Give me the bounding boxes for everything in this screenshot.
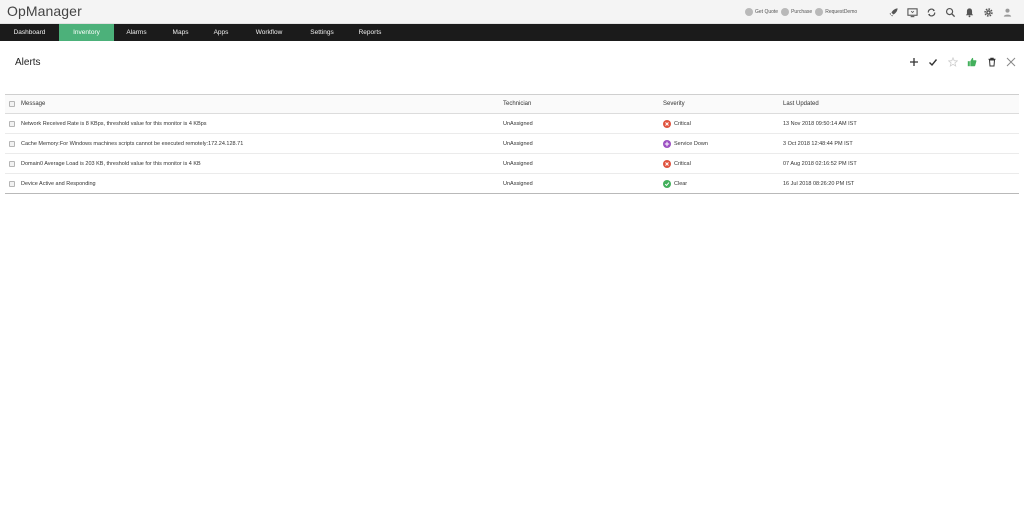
table-row[interactable]: Domain0 Average Load is 203 KB, threshol…	[5, 154, 1019, 174]
page-title: Alerts	[15, 57, 41, 68]
critical-icon	[663, 159, 671, 168]
trash-icon	[988, 57, 996, 67]
row-checkbox[interactable]	[9, 160, 15, 167]
cart-icon	[781, 8, 790, 16]
row-select-cell	[9, 114, 15, 133]
alert-severity: Clear	[663, 174, 687, 193]
demo-icon	[815, 8, 824, 16]
column-severity[interactable]: Severity	[663, 95, 685, 113]
purchase-link[interactable]: Purchase	[781, 8, 812, 16]
nav-dashboard[interactable]: Dashboard	[0, 24, 59, 41]
close-button[interactable]	[1002, 55, 1022, 69]
app-logo[interactable]: OpManager	[7, 3, 82, 19]
gear-icon[interactable]	[979, 4, 998, 20]
column-last-updated[interactable]: Last Updated	[783, 95, 819, 113]
select-all-checkbox[interactable]	[9, 101, 15, 107]
severity-label: Critical	[674, 160, 691, 167]
quote-icon	[745, 8, 753, 16]
table-row[interactable]: Network Received Rate is 8 KBps, thresho…	[5, 114, 1019, 134]
add-icon	[909, 58, 918, 66]
column-message[interactable]: Message	[21, 95, 45, 113]
alert-technician: UnAssigned	[503, 180, 533, 187]
nav-reports[interactable]: Reports	[346, 24, 394, 41]
nav-apps[interactable]: Apps	[202, 24, 240, 41]
severity-label: Clear	[674, 180, 688, 187]
request-demo-link[interactable]: RequestDemo	[815, 8, 857, 16]
main-nav: Dashboard Inventory Alarms Maps Apps Wor…	[0, 24, 1024, 41]
alert-message[interactable]: Cache Memory:For Windows machines script…	[21, 134, 243, 153]
nav-maps[interactable]: Maps	[159, 24, 202, 41]
rocket-icon[interactable]	[884, 4, 903, 20]
severity-label: Critical	[674, 120, 691, 127]
service-down-icon	[663, 139, 671, 148]
nav-alarms[interactable]: Alarms	[114, 24, 159, 41]
alert-updated: 13 Nov 2018 09:50:14 AM IST	[783, 120, 857, 127]
critical-icon	[663, 119, 671, 128]
header-icons	[884, 4, 1017, 20]
star-icon	[947, 57, 958, 67]
alert-message[interactable]: Domain0 Average Load is 203 KB, threshol…	[21, 154, 201, 173]
alert-message[interactable]: Network Received Rate is 8 KBps, thresho…	[21, 114, 207, 133]
nav-inventory[interactable]: Inventory	[59, 24, 114, 41]
sync-icon[interactable]	[922, 4, 941, 20]
alert-technician: UnAssigned	[503, 160, 533, 167]
row-select-cell	[9, 154, 15, 173]
column-technician[interactable]: Technician	[503, 95, 531, 113]
select-all-cell	[9, 95, 15, 113]
acknowledge-button[interactable]	[924, 55, 944, 69]
alert-updated: 07 Aug 2018 02:16:52 PM IST	[783, 160, 857, 167]
alert-technician: UnAssigned	[503, 140, 533, 147]
severity-label: Service Down	[674, 140, 708, 147]
alert-technician: UnAssigned	[503, 120, 533, 127]
alert-updated: 16 Jul 2018 08:26:20 PM IST	[783, 180, 855, 187]
alert-severity: Critical	[663, 114, 691, 133]
table-row[interactable]: Device Active and Responding UnAssigned …	[5, 174, 1019, 194]
row-checkbox[interactable]	[9, 140, 15, 147]
header-links: Get Quote Purchase RequestDemo	[745, 6, 857, 18]
clear-icon	[663, 179, 671, 188]
alert-message[interactable]: Device Active and Responding	[21, 174, 96, 193]
top-header: OpManager Get Quote Purchase RequestDemo	[0, 0, 1024, 24]
nav-workflow[interactable]: Workflow	[240, 24, 298, 41]
star-button[interactable]	[943, 55, 963, 69]
alert-severity: Critical	[663, 154, 691, 173]
get-quote-link[interactable]: Get Quote	[745, 8, 778, 16]
close-icon	[1006, 57, 1016, 67]
row-select-cell	[9, 174, 15, 193]
monitor-icon[interactable]	[903, 4, 922, 20]
alert-actions	[904, 55, 1021, 69]
check-icon	[929, 59, 938, 67]
row-checkbox[interactable]	[9, 120, 15, 127]
alerts-table: Message Technician Severity Last Updated…	[5, 94, 1019, 194]
clear-alarm-button[interactable]	[963, 55, 983, 69]
row-select-cell	[9, 134, 15, 153]
purchase-label: Purchase	[791, 9, 813, 15]
nav-settings[interactable]: Settings	[298, 24, 346, 41]
user-icon[interactable]	[998, 4, 1017, 20]
table-row[interactable]: Cache Memory:For Windows machines script…	[5, 134, 1019, 154]
thumbs-up-icon	[968, 57, 977, 67]
bell-icon[interactable]	[960, 4, 979, 20]
add-button[interactable]	[904, 55, 924, 69]
request-demo-label: RequestDemo	[825, 9, 858, 15]
alert-updated: 3 Oct 2018 12:48:44 PM IST	[783, 140, 853, 147]
table-header: Message Technician Severity Last Updated	[5, 95, 1019, 114]
search-icon[interactable]	[941, 4, 960, 20]
row-checkbox[interactable]	[9, 180, 15, 187]
delete-button[interactable]	[982, 55, 1002, 69]
alert-severity: Service Down	[663, 134, 708, 153]
get-quote-label: Get Quote	[755, 9, 779, 15]
